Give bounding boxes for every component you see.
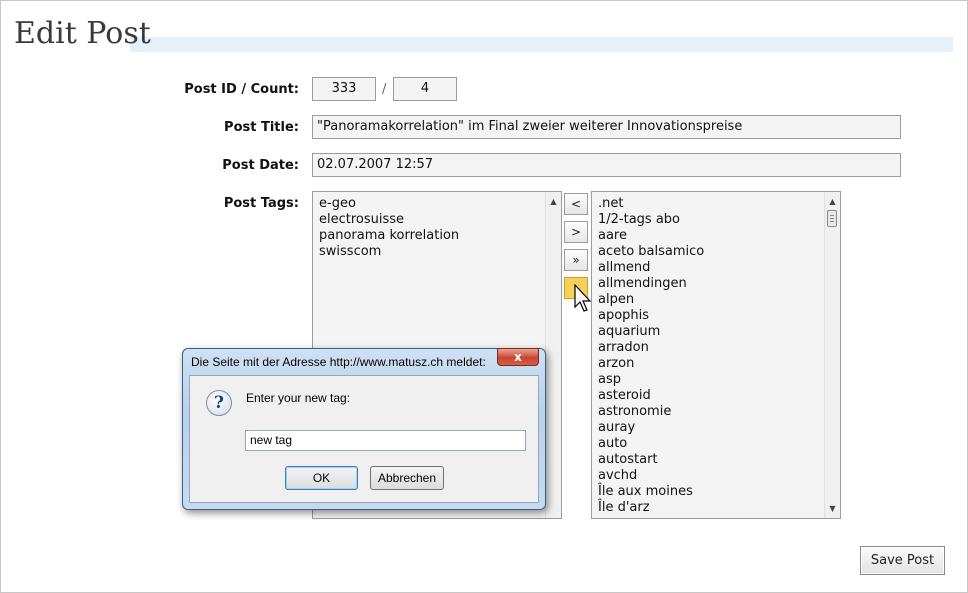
list-item[interactable]: avchd [598, 468, 840, 484]
list-item[interactable]: apophis [598, 308, 840, 324]
list-item[interactable]: asp [598, 372, 840, 388]
list-item[interactable]: arzon [598, 356, 840, 372]
list-item[interactable]: aceto balsamico [598, 244, 840, 260]
post-id-field[interactable]: 333 [312, 77, 376, 101]
post-title-label: Post Title: [224, 120, 299, 135]
list-item[interactable]: Île d'arz [598, 500, 840, 516]
add-tag-button[interactable]: > [564, 221, 588, 243]
post-date-field[interactable]: 02.07.2007 12:57 [312, 153, 901, 177]
ok-button[interactable]: OK [285, 466, 358, 490]
list-item[interactable]: allmendingen [598, 276, 840, 292]
dialog-body: ? Enter your new tag: new tag OK Abbrech… [189, 375, 539, 503]
list-item[interactable]: panorama korrelation [319, 228, 561, 244]
close-button[interactable]: x [497, 348, 539, 366]
available-tags-list[interactable]: .net 1/2-tags abo aare aceto balsamico a… [591, 191, 841, 519]
list-item[interactable]: aare [598, 228, 840, 244]
title-underline-band [130, 37, 953, 52]
list-item[interactable]: electrosuisse [319, 212, 561, 228]
selected-tags-scrollbar[interactable]: ▲ [545, 192, 561, 518]
add-all-tags-button[interactable]: » [564, 249, 588, 271]
question-icon: ? [206, 390, 232, 416]
post-title-field[interactable]: "Panoramakorrelation" im Final zweier we… [312, 115, 901, 139]
prompt-dialog: Die Seite mit der Adresse http://www.mat… [182, 348, 546, 510]
list-item[interactable]: allmend [598, 260, 840, 276]
list-item[interactable]: Île aux moines [598, 484, 840, 500]
list-item[interactable]: auray [598, 420, 840, 436]
list-item[interactable]: auto [598, 436, 840, 452]
dialog-title: Die Seite mit der Adresse http://www.mat… [191, 355, 486, 369]
list-item[interactable]: astronomie [598, 404, 840, 420]
mouse-cursor-icon [574, 284, 592, 312]
list-item[interactable]: autostart [598, 452, 840, 468]
list-item[interactable]: asteroid [598, 388, 840, 404]
dialog-message: Enter your new tag: [246, 391, 351, 405]
scroll-up-icon[interactable]: ▲ [546, 194, 561, 209]
post-id-label: Post ID / Count: [184, 82, 299, 97]
post-tags-label: Post Tags: [223, 196, 299, 211]
list-item[interactable]: swisscom [319, 244, 561, 260]
list-item[interactable]: aquarium [598, 324, 840, 340]
scroll-up-icon[interactable]: ▲ [825, 194, 840, 209]
id-count-separator: / [382, 82, 387, 97]
save-post-button[interactable]: Save Post [860, 546, 945, 575]
new-tag-input[interactable]: new tag [245, 430, 526, 451]
available-tags-scrollbar[interactable]: ▲ ▼ [824, 192, 840, 518]
scroll-thumb[interactable] [827, 210, 837, 227]
page-title: Edit Post [14, 16, 151, 51]
remove-tag-button[interactable]: < [564, 193, 588, 215]
list-item[interactable]: e-geo [319, 196, 561, 212]
list-item[interactable]: alpen [598, 292, 840, 308]
cancel-button[interactable]: Abbrechen [370, 466, 444, 490]
post-date-label: Post Date: [222, 158, 299, 173]
list-item[interactable]: arradon [598, 340, 840, 356]
count-field[interactable]: 4 [393, 77, 457, 101]
scroll-down-icon[interactable]: ▼ [825, 501, 840, 516]
list-item[interactable]: .net [598, 196, 840, 212]
list-item[interactable]: 1/2-tags abo [598, 212, 840, 228]
